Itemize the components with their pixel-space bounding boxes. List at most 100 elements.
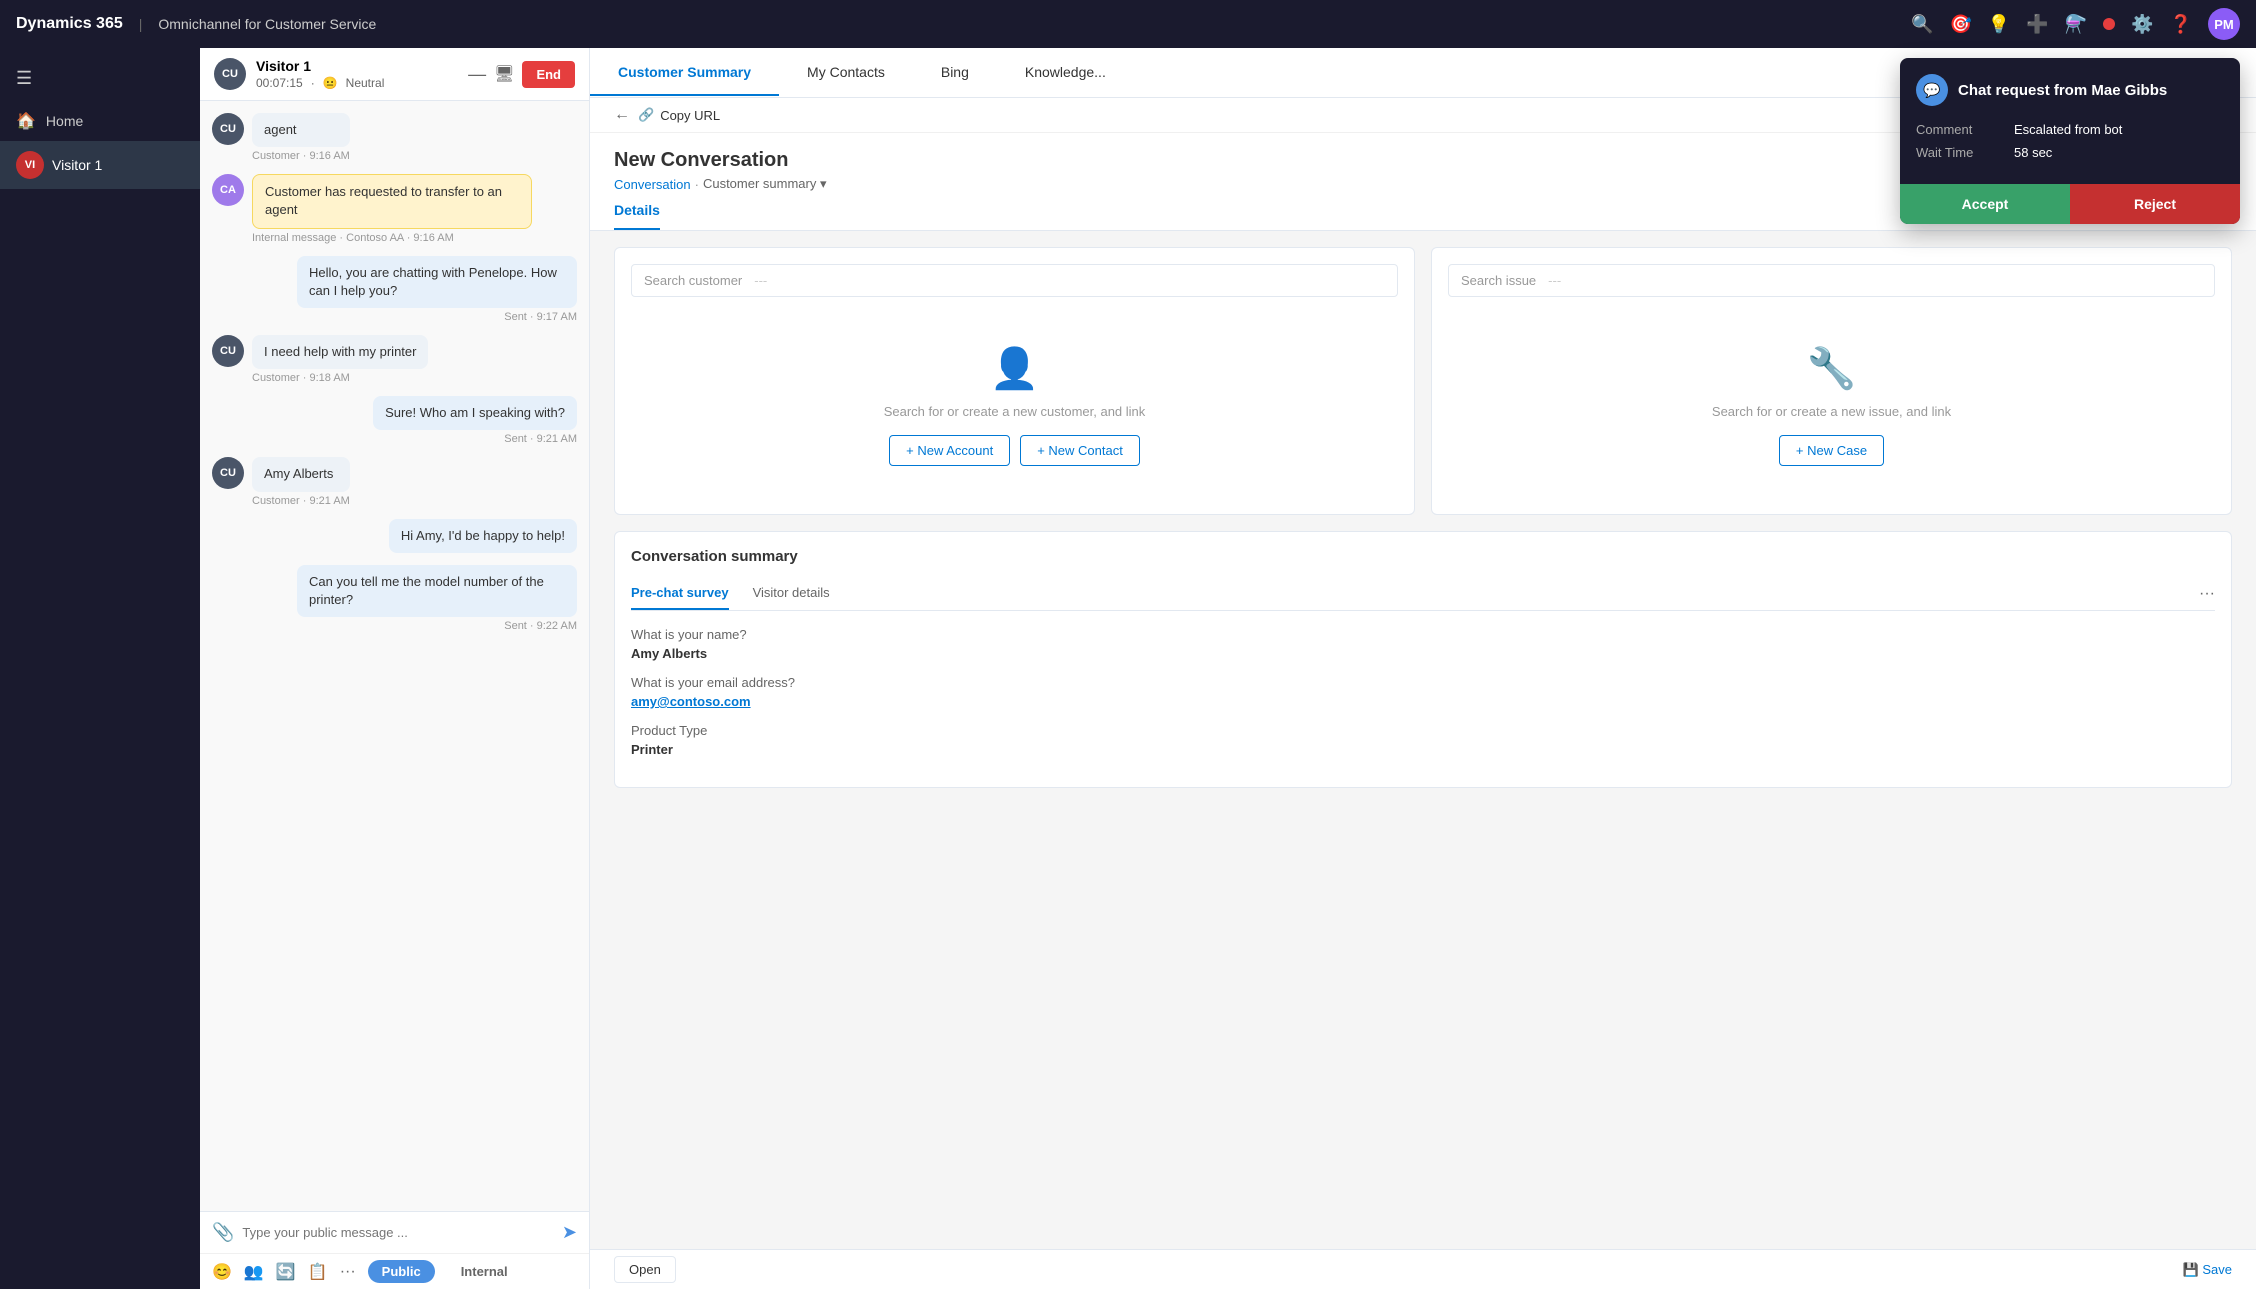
message-row: Hello, you are chatting with Penelope. H… xyxy=(212,256,577,323)
new-case-button[interactable]: + New Case xyxy=(1779,435,1884,466)
summary-card: Conversation summary Pre-chat survey Vis… xyxy=(614,531,2232,788)
chat-request-popup: 💬 Chat request from Mae Gibbs Comment Es… xyxy=(1900,58,2240,224)
status-dot xyxy=(2103,18,2115,30)
new-contact-button[interactable]: + New Contact xyxy=(1020,435,1140,466)
details-section: Search customer --- 👤 Search for or crea… xyxy=(590,231,2256,531)
chat-input-area: 📎 ➤ 😊 👥 🔄 📋 ··· Public Internal xyxy=(200,1211,589,1289)
top-nav: Dynamics 365 | Omnichannel for Customer … xyxy=(0,0,2256,48)
issue-empty-text: Search for or create a new issue, and li… xyxy=(1712,404,1951,419)
template-button[interactable]: 📋 xyxy=(308,1262,328,1282)
survey-answer-product: Printer xyxy=(631,742,2215,757)
tab-my-contacts[interactable]: My Contacts xyxy=(779,50,913,96)
msg-bubble: Hello, you are chatting with Penelope. H… xyxy=(297,256,577,308)
screen-icon[interactable]: 🖥 xyxy=(494,64,514,84)
accept-button[interactable]: Accept xyxy=(1900,184,2070,224)
app-name: Omnichannel for Customer Service xyxy=(158,16,376,32)
breadcrumb-link[interactable]: Conversation xyxy=(614,177,691,192)
msg-bubble: Can you tell me the model number of the … xyxy=(297,565,577,617)
tab-bing[interactable]: Bing xyxy=(913,50,997,96)
chevron-down-icon[interactable]: ▾ xyxy=(820,176,827,191)
comment-value: Escalated from bot xyxy=(2014,122,2122,137)
msg-time: Sent · 9:17 AM xyxy=(504,311,577,323)
message-row: CA Customer has requested to transfer to… xyxy=(212,174,577,243)
filter-icon[interactable]: ⚗️ xyxy=(2065,14,2087,35)
dot-separator: · xyxy=(311,76,315,90)
sentiment-icon: 😐 xyxy=(323,76,338,90)
message-row: Can you tell me the model number of the … xyxy=(212,565,577,632)
settings-icon[interactable]: ⚙️ xyxy=(2131,14,2153,35)
end-button[interactable]: End xyxy=(522,61,575,88)
copy-url-label: Copy URL xyxy=(660,108,720,123)
msg-avatar: CU xyxy=(212,113,244,145)
search-icon[interactable]: 🔍 xyxy=(1911,14,1933,35)
lightbulb-icon[interactable]: 💡 xyxy=(1988,14,2010,35)
nav-icons: 🔍 🎯 💡 ➕ ⚗️ ⚙️ ❓ PM xyxy=(1911,8,2240,40)
breadcrumb-separator: · xyxy=(695,177,699,192)
sentiment-label: Neutral xyxy=(346,76,385,90)
msg-avatar: CU xyxy=(212,335,244,367)
chat-timer: 00:07:15 xyxy=(256,76,303,90)
more-button[interactable]: ··· xyxy=(340,1263,356,1281)
sidebar-item-visitor[interactable]: VI Visitor 1 xyxy=(0,141,200,189)
content-area: Search customer --- 👤 Search for or crea… xyxy=(590,231,2256,1249)
right-panel: Customer Summary My Contacts Bing Knowle… xyxy=(590,48,2256,1289)
add-icon[interactable]: ➕ xyxy=(2026,14,2048,35)
attach-icon[interactable]: 📎 xyxy=(212,1222,234,1243)
msg-avatar: CU xyxy=(212,457,244,489)
customer-action-buttons: + New Account + New Contact xyxy=(889,435,1140,466)
transfer-button[interactable]: 🔄 xyxy=(276,1262,296,1282)
issue-empty-state: 🔧 Search for or create a new issue, and … xyxy=(1448,313,2215,498)
back-button[interactable]: ← xyxy=(614,106,630,124)
issue-empty-icon: 🔧 xyxy=(1807,345,1857,392)
sidebar: ☰ 🏠 Home VI Visitor 1 xyxy=(0,48,200,1289)
copy-url-button[interactable]: 🔗 Copy URL xyxy=(638,107,720,123)
summary-tab-prechat[interactable]: Pre-chat survey xyxy=(631,577,729,610)
survey-answer-email[interactable]: amy@contoso.com xyxy=(631,694,2215,709)
customer-search-row: Search customer --- xyxy=(631,264,1398,297)
summary-tab-visitor[interactable]: Visitor details xyxy=(753,577,830,610)
user-avatar[interactable]: PM xyxy=(2208,8,2240,40)
issue-search-row: Search issue --- xyxy=(1448,264,2215,297)
msg-bubble: I need help with my printer xyxy=(252,335,428,369)
conv-tab-details[interactable]: Details xyxy=(614,192,660,230)
customer-empty-text: Search for or create a new customer, and… xyxy=(884,404,1146,419)
tab-customer-summary[interactable]: Customer Summary xyxy=(590,50,779,96)
comment-label: Comment xyxy=(1916,122,2006,137)
survey-question-product: Product Type xyxy=(631,723,2215,738)
home-icon: 🏠 xyxy=(16,111,36,131)
survey-question-name: What is your name? xyxy=(631,627,2215,642)
send-button[interactable]: ➤ xyxy=(562,1222,577,1243)
survey-row-name: What is your name? Amy Alberts xyxy=(631,627,2215,661)
msg-time: Customer · 9:16 AM xyxy=(252,150,350,162)
chat-toolbar: 😊 👥 🔄 📋 ··· Public Internal xyxy=(200,1253,589,1289)
chat-input[interactable] xyxy=(242,1225,553,1240)
internal-tab-button[interactable]: Internal xyxy=(447,1260,522,1283)
search-dashes: --- xyxy=(754,273,767,288)
people-button[interactable]: 👥 xyxy=(244,1262,264,1282)
summary-more-button[interactable]: ··· xyxy=(2199,585,2215,603)
new-account-button[interactable]: + New Account xyxy=(889,435,1010,466)
tab-knowledge[interactable]: Knowledge... xyxy=(997,50,1134,96)
link-icon: 🔗 xyxy=(638,107,654,123)
survey-row-product: Product Type Printer xyxy=(631,723,2215,757)
public-tab-button[interactable]: Public xyxy=(368,1260,435,1283)
open-status-button[interactable]: Open xyxy=(614,1256,676,1283)
save-button[interactable]: 💾 Save xyxy=(2183,1262,2232,1278)
popup-actions: Accept Reject xyxy=(1900,184,2240,224)
chat-visitor-name: Visitor 1 xyxy=(256,58,384,74)
menu-hamburger[interactable]: ☰ xyxy=(0,56,200,101)
help-icon[interactable]: ❓ xyxy=(2170,14,2192,35)
reject-button[interactable]: Reject xyxy=(2070,184,2240,224)
message-row: Sure! Who am I speaking with? Sent · 9:2… xyxy=(212,396,577,445)
sidebar-item-home[interactable]: 🏠 Home xyxy=(0,101,200,141)
nav-divider: | xyxy=(139,16,143,32)
msg-time: Customer · 9:18 AM xyxy=(252,372,428,384)
msg-avatar: CA xyxy=(212,174,244,206)
home-icon[interactable]: 🎯 xyxy=(1949,14,1971,35)
minimize-button[interactable]: — xyxy=(468,64,486,85)
customer-card: Search customer --- 👤 Search for or crea… xyxy=(614,247,1415,515)
emoji-button[interactable]: 😊 xyxy=(212,1262,232,1282)
msg-bubble: Sure! Who am I speaking with? xyxy=(373,396,577,430)
msg-time: Customer · 9:21 AM xyxy=(252,495,350,507)
customer-empty-icon: 👤 xyxy=(990,345,1040,392)
